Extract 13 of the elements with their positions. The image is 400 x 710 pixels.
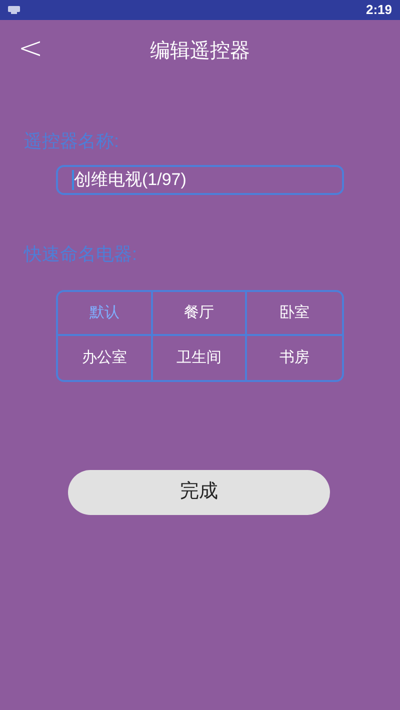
preset-option[interactable]: 餐厅 [152, 292, 248, 336]
preset-option[interactable]: 办公室 [58, 336, 153, 380]
keyboard-icon [8, 6, 20, 14]
done-button[interactable]: 完成 [68, 470, 330, 515]
back-button[interactable]: < [18, 34, 44, 64]
section-label: 快速命名电器: [24, 244, 138, 264]
name-input-field[interactable]: 创维电视(1/97) [56, 165, 344, 195]
field-label: 遥控器名称: [24, 131, 120, 151]
clock: 2:19 [366, 1, 392, 20]
preset-option[interactable]: 卫生间 [152, 336, 248, 380]
preset-option[interactable]: 书房 [247, 336, 342, 380]
page-title: 编辑遥控器 [150, 39, 250, 64]
preset-option[interactable]: 卧室 [247, 292, 342, 336]
